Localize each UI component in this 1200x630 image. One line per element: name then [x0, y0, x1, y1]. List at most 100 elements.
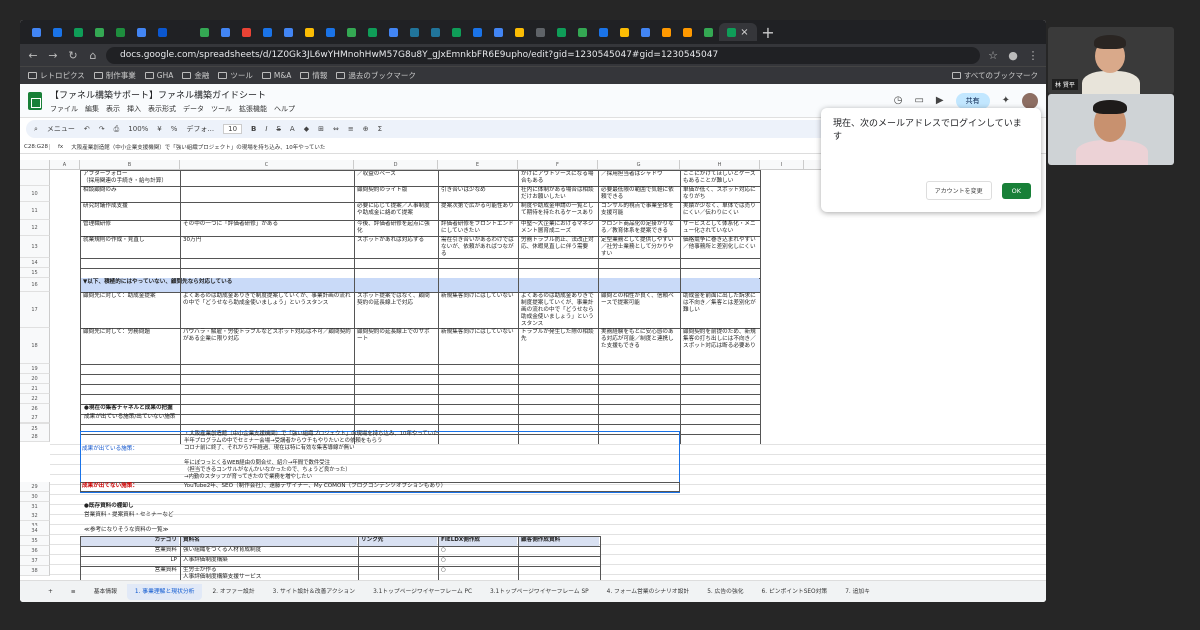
font-size-input[interactable]: 10	[223, 124, 243, 134]
table-cell[interactable]: パワハラ・解雇・労使トラブルなどスポット対応は不可／顧問契約がある企業に限り対応	[181, 328, 353, 364]
table-header[interactable]: FIELDX側作成	[439, 536, 517, 546]
browser-tab[interactable]	[131, 23, 151, 41]
row-header[interactable]: 21	[20, 384, 50, 394]
new-tab-icon[interactable]: +	[758, 23, 778, 42]
row-header[interactable]: 30	[20, 492, 50, 502]
table-cell[interactable]: 中堅〜大企業におけるマネジメント層育成ニーズ	[519, 220, 597, 236]
table-cell[interactable]: ▼以下、積極的にはやっていない、顧問先なら対応している	[81, 278, 759, 292]
table-cell[interactable]: 提案次第で広がる可能性あり	[439, 202, 517, 220]
browser-tab[interactable]	[26, 23, 46, 41]
table-cell[interactable]: ここにかけてほしいとケースもあることが難しい	[681, 170, 759, 186]
row-header[interactable]: 10	[20, 186, 50, 202]
star-icon[interactable]: ☆	[986, 49, 1000, 62]
browser-tab[interactable]	[278, 23, 298, 41]
formula-input[interactable]: 大阪産業創造館（中小企業支援機関）で「強い組織プロジェクト」の現場を持ち込み、1…	[71, 143, 325, 151]
bookmark-item[interactable]: 金融	[182, 70, 209, 81]
table-cell[interactable]: 価格競争に巻き込まれやすい／他事務所と差別化しにくい	[681, 236, 759, 258]
table-cell[interactable]: その中の一つに「評価者研修」がある	[181, 220, 353, 236]
menu-item[interactable]: ツール	[211, 104, 232, 114]
share-button[interactable]: 共有	[955, 92, 990, 109]
table-cell[interactable]: 制度や助成金申請の一覧として期待を持たれるケースあり	[519, 202, 597, 220]
browser-tab[interactable]	[677, 23, 697, 41]
sheet-tab[interactable]: 5. 広告の強化	[699, 584, 751, 600]
bookmark-item[interactable]: 制作事業	[93, 70, 136, 81]
redo-icon[interactable]: ↷	[99, 125, 105, 133]
print-icon[interactable]: ⎙	[114, 125, 120, 134]
row-header[interactable]: 29	[20, 482, 50, 492]
bold-icon[interactable]: B	[251, 125, 256, 133]
table-cell[interactable]: 顧問契約を前提のため、新規集客の打ち出しには不向き／スポット対応は断る必要あり	[681, 328, 759, 364]
table-cell[interactable]: 社内に体制がある場合は相談だけお願いしたい	[519, 186, 597, 202]
row-header[interactable]: 35	[20, 536, 50, 546]
currency-icon[interactable]: ¥	[157, 125, 161, 133]
browser-tab[interactable]	[299, 23, 319, 41]
browser-tab[interactable]	[488, 23, 508, 41]
browser-tab[interactable]	[404, 23, 424, 41]
sheet-tab[interactable]: 1. 事業理解と現状分析	[126, 583, 203, 600]
avatar[interactable]	[1022, 92, 1038, 109]
table-cell[interactable]: 人事評価制度構築	[181, 556, 357, 566]
table-cell[interactable]: 管理職研修	[81, 220, 179, 236]
name-box[interactable]: C28:G28	[24, 143, 50, 150]
table-cell[interactable]: コンサル的視点で事業全体を支援可能	[599, 202, 679, 220]
column-header[interactable]: E	[438, 160, 518, 170]
table-cell[interactable]: 新規集客向けにはしていない	[439, 292, 517, 328]
bookmark-item[interactable]: 過去のブックマーク	[336, 70, 416, 81]
browser-tab[interactable]	[593, 23, 613, 41]
table-cell[interactable]: 顧問先に対して：労務問題	[81, 328, 179, 364]
table-cell[interactable]: ○	[439, 556, 517, 566]
browser-tab[interactable]	[68, 23, 88, 41]
menu-item[interactable]: データ	[183, 104, 204, 114]
document-title[interactable]: 【ファネル構築サポート】ファネル構築ガイドシート	[50, 88, 295, 101]
sheet-tab[interactable]: 6. ピンポイントSEO対策	[754, 584, 836, 600]
table-cell[interactable]: ／収益のベース	[355, 170, 437, 186]
column-header[interactable]: B	[80, 160, 180, 170]
browser-tab[interactable]	[173, 23, 193, 41]
table-header[interactable]: 資料名	[181, 536, 357, 546]
table-cell[interactable]: 研究討議作成支援	[81, 202, 179, 220]
row-header[interactable]	[20, 170, 50, 186]
table-cell[interactable]: 定型業務として提供しやすい／社労士業務として分かりやすい	[599, 236, 679, 258]
zoom-select[interactable]: 100%	[128, 125, 148, 133]
function-icon[interactable]: Σ	[378, 125, 382, 133]
row-header[interactable]: 15	[20, 268, 50, 278]
sheet-tab[interactable]: 4. フォーム営業のシナリオ設計	[599, 584, 698, 600]
table-header[interactable]: リンク先	[359, 536, 437, 546]
row-header[interactable]: 19	[20, 364, 50, 374]
menu-item[interactable]: ヘルプ	[274, 104, 295, 114]
column-header[interactable]: I	[760, 160, 804, 170]
sheet-tab[interactable]: 基本情報	[86, 584, 125, 600]
table-cell[interactable]: 営業資料	[81, 546, 179, 556]
column-header[interactable]: F	[518, 160, 598, 170]
table-cell[interactable]: 就業規則の作成・見直し	[81, 236, 179, 258]
borders-icon[interactable]: ⊞	[318, 125, 324, 133]
table-cell[interactable]: 評価者研修をフロントエンドにしていきたい	[439, 220, 517, 236]
link-icon[interactable]: ⊕	[363, 125, 369, 133]
table-cell[interactable]: 単価が低く、スポット対応になりがち	[681, 186, 759, 202]
menu-item[interactable]: ファイル	[50, 104, 78, 114]
browser-tab[interactable]	[425, 23, 445, 41]
table-cell[interactable]: 顧問先に対して：助成金提案	[81, 292, 179, 328]
sheet-tab[interactable]: 2. オファー設計	[204, 584, 262, 600]
table-cell[interactable]: 労務トラブル防止、法改正対応、休暇見直しに伴う需要	[519, 236, 597, 258]
font-select[interactable]: デフォ...	[186, 124, 214, 134]
profile-icon[interactable]: ●	[1006, 49, 1020, 62]
column-header[interactable]: G	[598, 160, 680, 170]
browser-tab[interactable]	[341, 23, 361, 41]
gemini-icon[interactable]: ✦	[1002, 95, 1010, 106]
sheet-tab[interactable]: 3.1トップページワイヤーフレーム SP	[482, 584, 597, 600]
italic-icon[interactable]: I	[265, 125, 267, 133]
browser-tab-active[interactable]: ×	[719, 23, 757, 41]
column-header[interactable]: D	[354, 160, 438, 170]
add-sheet-icon[interactable]: +	[40, 584, 61, 600]
menu-item[interactable]: 編集	[85, 104, 99, 114]
table-cell[interactable]: 需在引き合いがあるわけではないが、依頼があればつながる	[439, 236, 517, 258]
menu-item[interactable]: 表示	[106, 104, 120, 114]
table-cell[interactable]: 顧問との相性が良く、信頼ベースで提案可能	[599, 292, 679, 328]
section-subheading[interactable]: 営業資料・提案資料・セミナーなど	[82, 511, 382, 521]
bookmark-item[interactable]: GHA	[144, 71, 173, 80]
table-cell[interactable]: トラブルが発生した際の相談先	[519, 328, 597, 364]
strike-icon[interactable]: S	[276, 125, 280, 133]
table-cell[interactable]: 必要最低限の範囲で気軽に依頼できる	[599, 186, 679, 202]
row-header[interactable]: 38	[20, 566, 50, 576]
